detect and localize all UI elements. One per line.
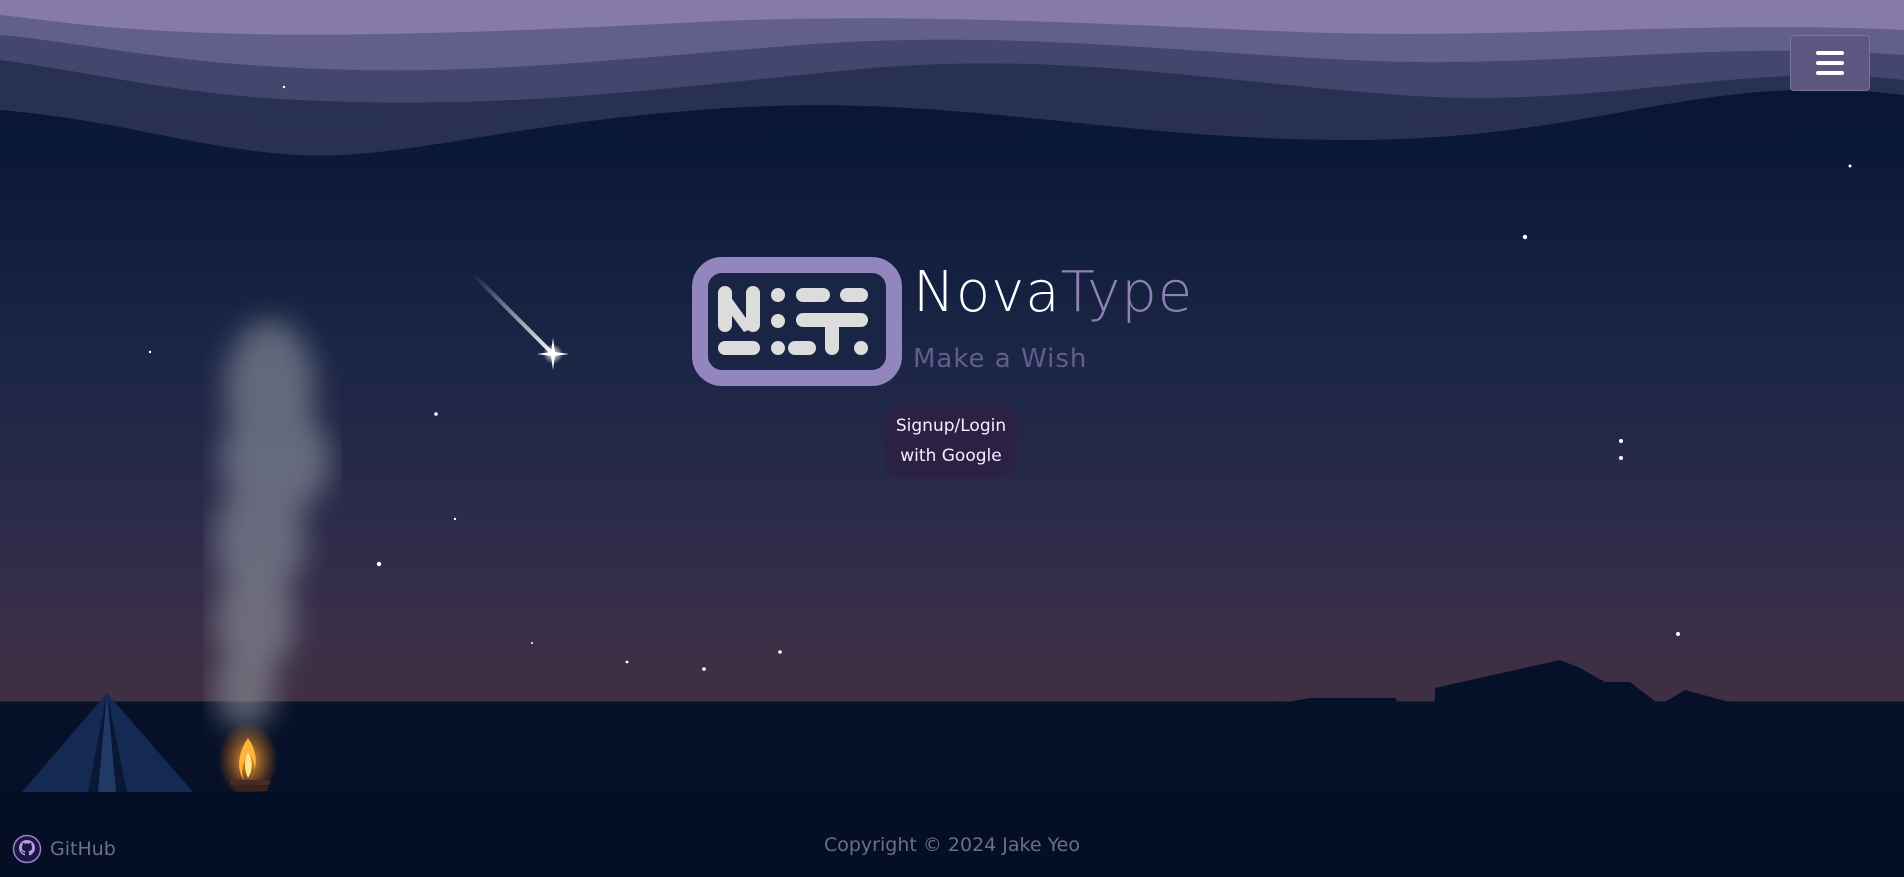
github-link[interactable]: GitHub [12, 834, 116, 864]
brand-title: NovaType [913, 258, 1193, 328]
hamburger-menu-icon [1816, 48, 1844, 78]
brand-title-part1: Nova [913, 260, 1061, 325]
signup-label-line1: Signup/Login [895, 416, 1007, 436]
ground [0, 792, 1904, 877]
google-signup-button[interactable]: Signup/Login with Google [885, 405, 1017, 477]
github-icon [12, 834, 42, 864]
tagline: Make a Wish [913, 344, 1088, 374]
github-label: GitHub [50, 838, 116, 860]
logo-glyphs-icon [718, 286, 868, 355]
logo [692, 257, 902, 386]
signup-label-line2: with Google [900, 446, 1002, 466]
brand-title-part2: Type [1060, 260, 1194, 325]
menu-button[interactable] [1790, 35, 1870, 91]
